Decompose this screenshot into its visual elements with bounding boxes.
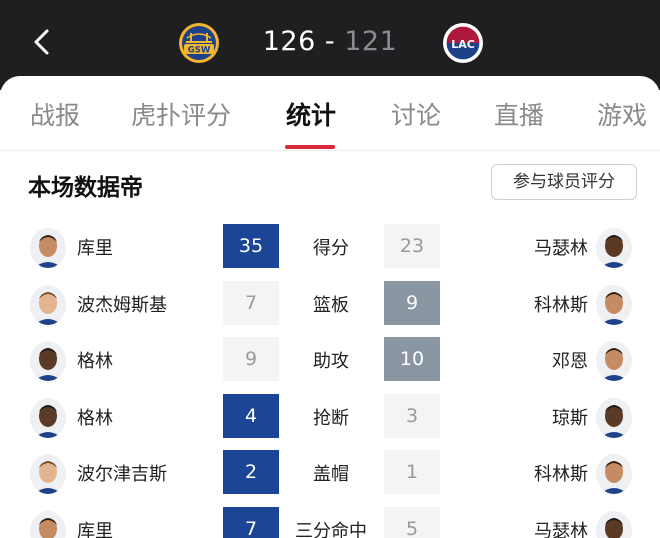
away-player-avatar[interactable] [596,454,632,494]
home-player-avatar[interactable] [30,341,66,381]
chevron-left-icon [34,29,49,55]
content-panel: 战报 虎扑评分 统计 讨论 直播 游戏 本场数据帝 参与球员评分 库里 35 得分 2… [0,76,660,538]
home-player-name[interactable]: 波尔津吉斯 [77,460,167,486]
stat-leader-row: 格林 4 抢断 3 琼斯 [0,393,660,450]
tab-hupu-rating[interactable]: 虎扑评分 [131,96,231,132]
away-player-avatar[interactable] [596,228,632,268]
tabs-divider [0,150,660,151]
away-player-avatar[interactable] [596,341,632,381]
section-title: 本场数据帝 [28,175,143,201]
away-stat-value: 5 [384,506,440,538]
stat-category-label: 篮板 [313,294,349,316]
away-score: 121 [344,26,398,57]
scoreboard: 126 - 121 [250,26,410,57]
home-player-name[interactable]: 库里 [77,517,113,538]
home-player-avatar[interactable] [30,510,66,538]
stat-category-label: 盖帽 [313,464,349,485]
away-player-name[interactable]: 邓恩 [552,347,588,373]
home-player-avatar[interactable] [30,454,66,494]
away-stat-value: 23 [384,224,440,268]
away-player-name[interactable]: 科林斯 [534,460,588,486]
home-score: 126 [262,26,316,57]
tab-bar: 战报 虎扑评分 统计 讨论 直播 游戏 [0,76,660,151]
home-stat-value: 2 [223,450,279,494]
home-team-logo[interactable]: GSW [178,22,220,64]
stat-category-label: 得分 [313,238,349,259]
stat-category-label: 三分命中 [295,520,367,538]
active-tab-indicator [285,145,335,149]
away-player-avatar[interactable] [596,284,632,325]
home-stat-value: 7 [223,506,279,538]
tab-live[interactable]: 直播 [494,96,544,132]
svg-text:GSW: GSW [188,46,211,56]
home-player-name[interactable]: 格林 [77,347,113,373]
away-stat-value: 1 [384,450,440,494]
home-player-name[interactable]: 格林 [77,404,113,430]
home-stat-value: 4 [223,393,279,438]
stat-leader-row: 波尔津吉斯 2 盖帽 1 科林斯 [0,450,660,506]
away-player-name[interactable]: 马瑟林 [534,517,588,538]
svg-text:LAC: LAC [451,38,475,51]
away-player-avatar[interactable] [596,510,632,538]
stat-leader-row: 库里 7 三分命中 5 马瑟林 [0,506,660,538]
stat-category-label: 助攻 [313,351,349,372]
score-separator: - [324,26,336,57]
home-stat-value: 9 [223,337,279,381]
away-player-name[interactable]: 琼斯 [552,404,588,430]
home-stat-value: 7 [223,280,279,325]
home-player-avatar[interactable] [30,228,66,268]
tab-discussion[interactable]: 讨论 [391,96,441,132]
tab-games[interactable]: 游戏 [597,96,647,132]
away-stat-value: 9 [384,280,440,325]
away-stat-value: 10 [384,337,440,381]
home-stat-value: 35 [223,224,279,268]
stat-leader-row: 波杰姆斯基 7 篮板 9 科林斯 [0,280,660,337]
away-player-avatar[interactable] [596,397,632,438]
tab-recap[interactable]: 战报 [30,96,80,132]
away-player-name[interactable]: 马瑟林 [534,234,588,260]
back-button[interactable] [26,26,58,58]
tab-stats[interactable]: 统计 [286,96,336,132]
home-player-name[interactable]: 库里 [77,234,113,260]
stat-leader-row: 格林 9 助攻 10 邓恩 [0,337,660,393]
stat-leader-row: 库里 35 得分 23 马瑟林 [0,224,660,280]
away-stat-value: 3 [384,393,440,438]
stat-category-label: 抢断 [313,407,349,429]
home-player-name[interactable]: 波杰姆斯基 [77,291,167,317]
rate-players-button[interactable]: 参与球员评分 [491,164,637,200]
home-player-avatar[interactable] [30,284,66,325]
home-player-avatar[interactable] [30,397,66,438]
away-player-name[interactable]: 科林斯 [534,291,588,317]
away-team-logo[interactable]: LAC [442,22,484,64]
